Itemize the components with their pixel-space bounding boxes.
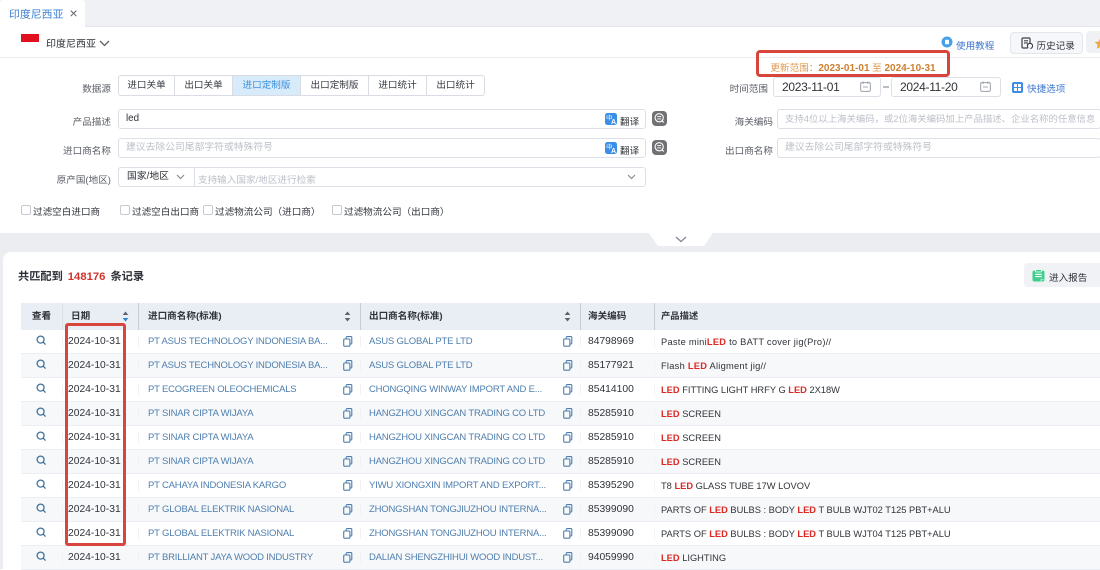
svg-text:A: A [611, 119, 616, 125]
svg-text:A: A [611, 148, 616, 154]
